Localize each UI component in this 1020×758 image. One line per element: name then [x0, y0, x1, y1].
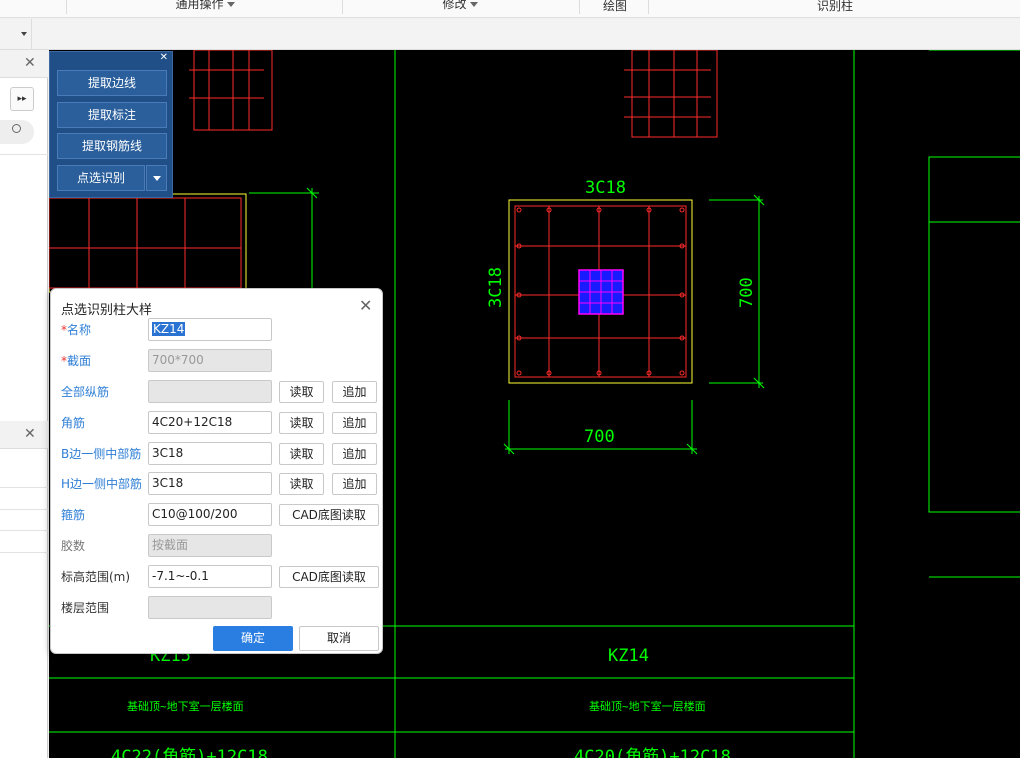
append-button[interactable]: 追加: [332, 443, 377, 465]
table-floor-left: 基础顶~地下室一层楼面: [127, 699, 244, 713]
field-label-leg-count: 胶数: [61, 539, 86, 553]
extract-tool-panel: ✕ 提取边线 提取标注 提取钢筋线 点选识别: [49, 51, 173, 198]
ribbon-separator: [66, 0, 67, 14]
table-rebar-left: 4C22(角筋)+12C18: [111, 747, 268, 758]
top-rebar-label: 3C18: [585, 178, 626, 198]
read-button[interactable]: 读取: [279, 381, 324, 403]
expand-button[interactable]: ▸▸: [10, 87, 34, 111]
close-icon[interactable]: ✕: [160, 53, 168, 63]
chevron-down-icon: [153, 176, 161, 181]
ribbon-group-draw[interactable]: 绘图: [590, 0, 640, 18]
cancel-button[interactable]: 取消: [299, 626, 379, 651]
floor-range-input: [148, 596, 272, 619]
corner-rebar-input[interactable]: 4C20+12C18: [148, 411, 272, 434]
read-button[interactable]: 读取: [279, 443, 324, 465]
left-panel: ✕ ▸▸ ✕: [0, 50, 48, 758]
search-input[interactable]: [0, 120, 34, 144]
point-identify-split-button: 点选识别: [57, 165, 167, 191]
field-label-stirrup: 箍筋: [61, 508, 86, 522]
read-button[interactable]: 读取: [279, 473, 324, 495]
field-label-section: *截面: [61, 354, 92, 368]
divider: [0, 509, 48, 510]
divider: [0, 487, 48, 488]
ribbon-group-modify[interactable]: 修改: [420, 0, 500, 16]
table-name-right: KZ14: [608, 646, 649, 666]
cad-read-button[interactable]: CAD底图读取: [279, 504, 379, 526]
name-input[interactable]: KZ14: [148, 318, 272, 341]
column-detail-dialog: 点选识别柱大样 ✕ *名称 KZ14 *截面 700*700 全部纵筋 读取 追…: [50, 288, 383, 654]
divider: [0, 530, 48, 531]
leg-count-input: 按截面: [148, 534, 272, 557]
table-rebar-right: 4C20(角筋)+12C18: [574, 747, 731, 758]
ribbon-group-label: 识别柱: [816, 0, 853, 13]
right-dimension-label: 700: [737, 277, 757, 308]
h-side-rebar-input[interactable]: 3C18: [148, 472, 272, 495]
ribbon-group-general[interactable]: 通用操作: [160, 0, 250, 16]
panel-header: ✕: [0, 421, 48, 449]
read-button[interactable]: 读取: [279, 412, 324, 434]
field-label-corner-rebar: 角筋: [61, 416, 86, 430]
field-label-name: *名称: [61, 323, 92, 337]
divider: [0, 552, 48, 553]
append-button[interactable]: 追加: [332, 473, 377, 495]
ribbon-separator: [648, 0, 649, 14]
b-side-rebar-input[interactable]: 3C18: [148, 442, 272, 465]
field-label-floor-range: 楼层范围: [61, 601, 110, 615]
extract-annotation-button[interactable]: 提取标注: [57, 102, 167, 128]
all-longitudinal-input: [148, 380, 272, 403]
confirm-button[interactable]: 确定: [213, 626, 293, 651]
append-button[interactable]: 追加: [332, 381, 377, 403]
dialog-title: 点选识别柱大样: [61, 303, 153, 318]
ribbon-group-bar: 通用操作 修改 绘图 识别柱: [0, 0, 1020, 18]
elevation-range-input[interactable]: -7.1~-0.1: [148, 565, 272, 588]
field-label-h-side-rebar: H边一侧中部筋: [61, 477, 143, 491]
chevron-down-icon: [21, 32, 27, 36]
section-input: 700*700: [148, 349, 272, 372]
cad-read-button[interactable]: CAD底图读取: [279, 566, 379, 588]
close-icon[interactable]: ✕: [24, 55, 36, 71]
field-label-elevation-range: 标高范围(m): [61, 570, 131, 584]
chevron-down-icon: [469, 2, 478, 7]
ribbon-group-label: 修改: [442, 0, 467, 11]
point-identify-dropdown[interactable]: [146, 165, 167, 191]
ribbon-separator: [342, 0, 343, 14]
ribbon-group-identify-column[interactable]: 识别柱: [790, 0, 880, 18]
secondary-toolbar: [0, 19, 1020, 50]
ribbon-group-label: 通用操作: [175, 0, 224, 11]
stirrup-input[interactable]: C10@100/200: [148, 503, 272, 526]
bottom-dimension-label: 700: [584, 427, 615, 447]
toolbar-dropdown[interactable]: [0, 19, 32, 50]
app-window: 通用操作 修改 绘图 识别柱 ✕ ▸▸ ✕ 3C18 3C18 700 700 …: [0, 0, 1020, 758]
point-identify-button[interactable]: 点选识别: [57, 165, 145, 191]
close-icon[interactable]: ✕: [359, 298, 372, 314]
search-icon: [12, 124, 21, 133]
side-rebar-label: 3C18: [486, 267, 506, 308]
field-label-all-longitudinal: 全部纵筋: [61, 385, 110, 399]
field-label-b-side-rebar: B边一侧中部筋: [61, 447, 142, 461]
divider: [0, 154, 48, 155]
close-icon[interactable]: ✕: [24, 426, 36, 442]
chevron-down-icon: [226, 2, 235, 7]
table-floor-right: 基础顶~地下室一层楼面: [589, 699, 706, 713]
append-button[interactable]: 追加: [332, 412, 377, 434]
ribbon-group-label: 绘图: [602, 0, 627, 13]
panel-header: ✕: [0, 50, 48, 78]
ribbon-separator: [579, 0, 580, 14]
extract-rebar-line-button[interactable]: 提取钢筋线: [57, 133, 167, 159]
extract-edge-button[interactable]: 提取边线: [57, 70, 167, 96]
